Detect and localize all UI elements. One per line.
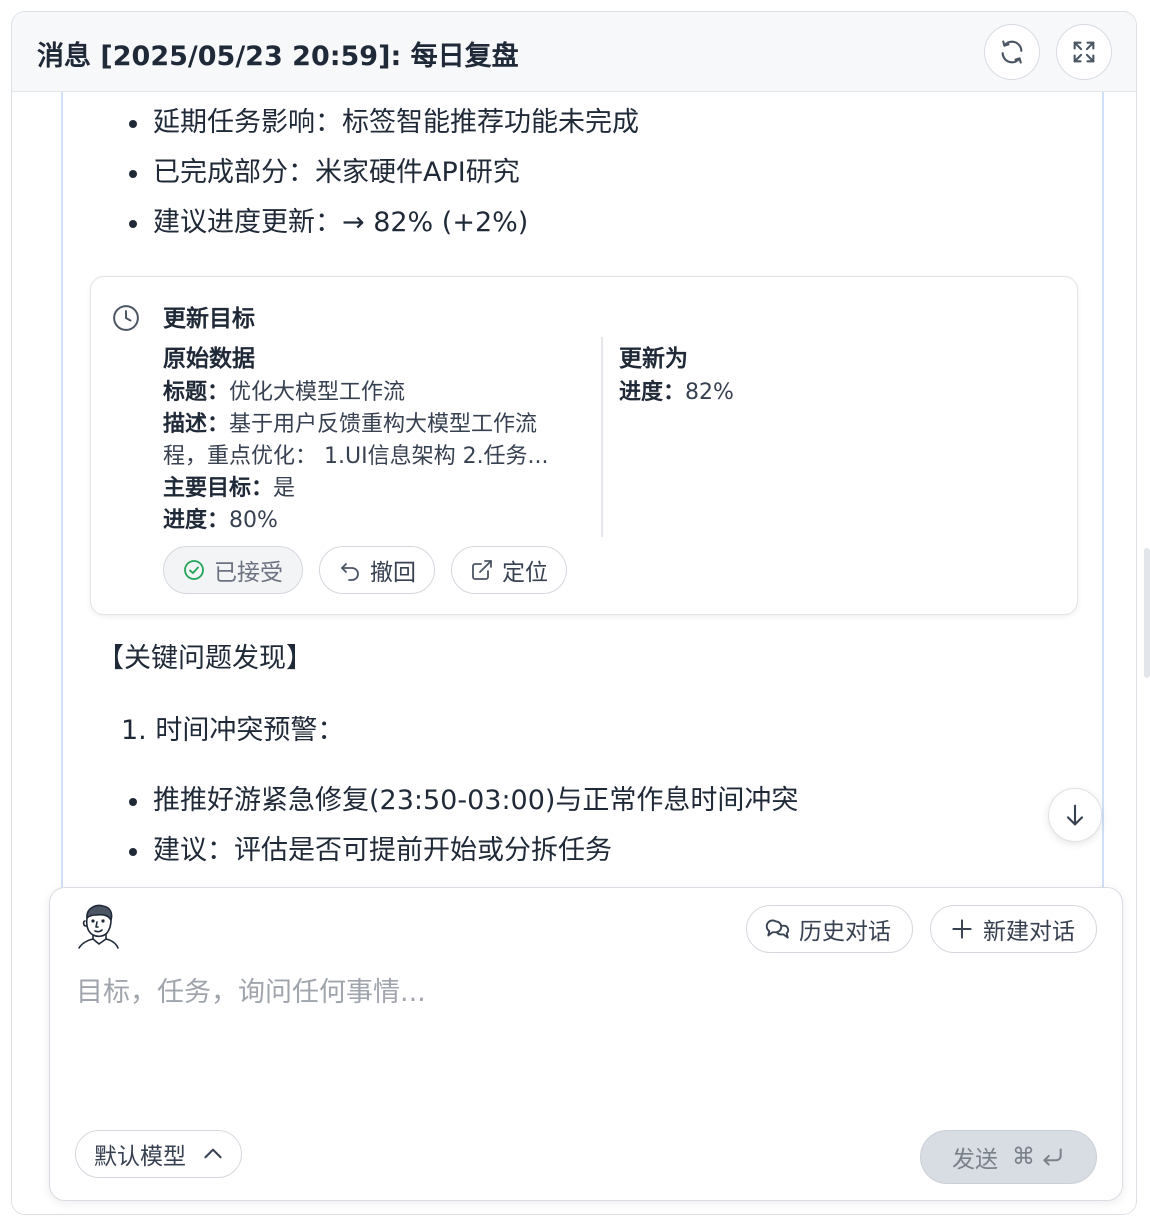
original-desc-row: 描述：基于用户反馈重构大模型工作流 [163,409,537,441]
field-key: 进度： [619,380,686,405]
field-value: 基于用户反馈重构大模型工作流 [229,412,538,437]
revert-label: 撤回 [370,560,416,586]
avatar [78,904,119,949]
field-value: 80% [229,508,278,533]
field-key: 标题： [163,380,230,405]
locate-button[interactable]: 定位 [451,546,567,594]
history-chat-button[interactable]: 历史对话 [746,905,913,953]
accepted-label: 已接受 [214,560,283,586]
original-main-goal-row: 主要目标：是 [163,473,295,505]
expand-button[interactable] [1056,24,1112,80]
clock-icon [113,305,139,331]
window-header: 消息 [2025/05/23 20:59]: 每日复盘 [12,12,1136,92]
command-key-icon: ⌘ [1012,1144,1035,1170]
model-select-label: 默认模型 [94,1144,186,1170]
section-heading: 【关键问题发现】 [97,643,313,674]
chevron-up-icon [204,1148,222,1159]
model-select[interactable]: 默认模型 [75,1130,242,1178]
original-title-row: 标题：优化大模型工作流 [163,377,405,409]
ordered-list-item: 1. 时间冲突预警： [121,715,345,746]
locate-label: 定位 [502,560,548,586]
message-composer: 历史对话 新建对话 默认模型 发送 ⌘ [49,887,1123,1201]
message-content[interactable]: 延期任务影响：标签智能推荐功能未完成 已完成部分：米家硬件API研究 建议进度更… [61,92,1104,892]
arrow-down-icon [1066,804,1084,826]
enter-key-icon [1043,1148,1062,1166]
history-chat-label: 历史对话 [799,919,891,945]
updated-progress-row: 进度：82% [619,377,734,409]
original-desc-row-continued: 程，重点优化： 1.UI信息架构 2.任务... [163,444,549,469]
list-item: 已完成部分：米家硬件API研究 [63,148,1102,198]
send-label: 发送 [952,1147,998,1173]
chat-window: 消息 [2025/05/23 20:59]: 每日复盘 延期任务影响：标签智能推… [11,11,1137,1215]
bullet-list-top: 延期任务影响：标签智能推荐功能未完成 已完成部分：米家硬件API研究 建议进度更… [63,98,1102,248]
original-data-heading: 原始数据 [163,346,255,372]
field-value: 82% [685,380,734,405]
expand-icon [1073,41,1095,63]
refresh-icon [1001,40,1023,64]
card-title: 更新目标 [163,306,255,332]
field-key: 进度： [163,508,230,533]
scroll-to-bottom-button[interactable] [1048,788,1102,842]
bullet-list-bottom: 推推好游紧急修复(23:50-03:00)与正常作息时间冲突 建议：评估是否可提… [63,776,1102,876]
message-input[interactable] [76,972,1096,1012]
undo-icon [341,563,359,581]
send-shortcut: ⌘ [1012,1144,1065,1170]
revert-button[interactable]: 撤回 [319,546,435,594]
list-item: 推推好游紧急修复(23:50-03:00)与正常作息时间冲突 [63,776,1102,826]
updated-data-heading: 更新为 [619,346,688,372]
accepted-button[interactable]: 已接受 [163,546,303,594]
external-link-icon [472,560,492,580]
field-value: 是 [273,476,296,501]
update-goal-card: 更新目标 原始数据 更新为 标题：优化大模型工作流 描述：基于用户反馈重构大模型… [90,276,1078,615]
list-item: 延期任务影响：标签智能推荐功能未完成 [63,98,1102,148]
field-key: 主要目标： [163,476,274,501]
new-chat-button[interactable]: 新建对话 [930,905,1097,953]
page-title: 消息 [2025/05/23 20:59]: 每日复盘 [37,41,519,72]
check-circle-icon [184,560,204,580]
column-divider [601,337,603,537]
chat-bubbles-icon [765,919,790,939]
new-chat-label: 新建对话 [983,919,1075,945]
field-key: 描述： [163,412,230,437]
original-progress-row: 进度：80% [163,505,278,537]
send-button[interactable]: 发送 ⌘ [920,1130,1097,1184]
plus-icon [952,919,972,939]
field-value: 优化大模型工作流 [229,380,406,405]
refresh-button[interactable] [984,24,1040,80]
list-item: 建议进度更新：→ 82% (+2%) [63,198,1102,248]
list-item: 建议：评估是否可提前开始或分拆任务 [63,826,1102,876]
scrollbar[interactable] [1144,548,1150,678]
